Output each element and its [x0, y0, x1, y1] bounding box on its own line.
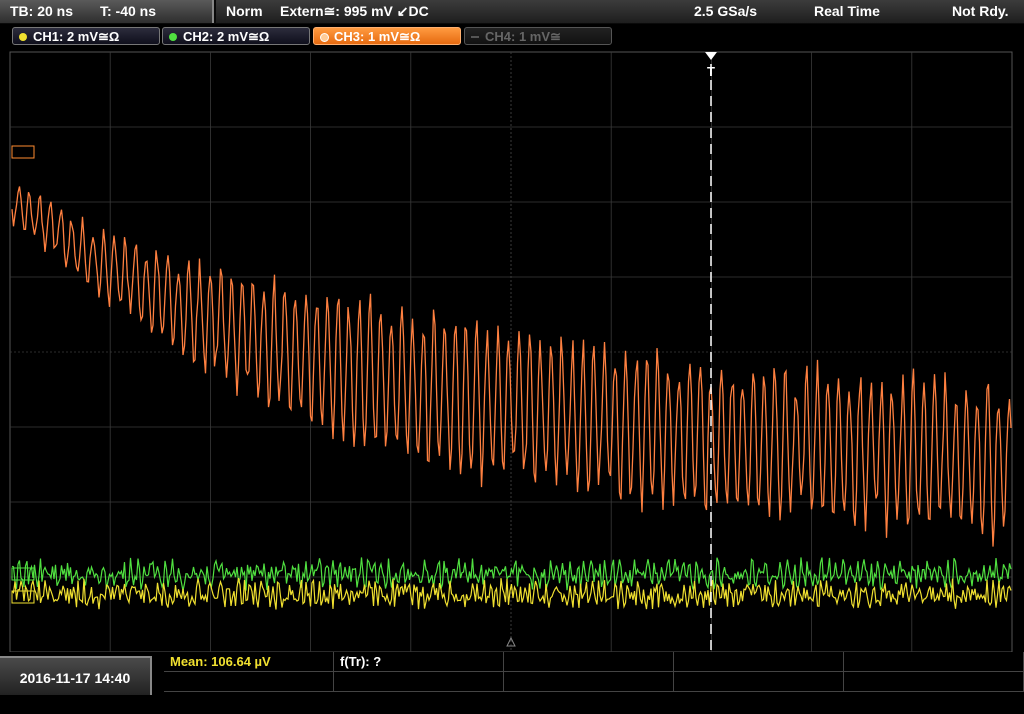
measurement-slot-5[interactable]: [844, 652, 1024, 672]
waveform-display[interactable]: T: [0, 50, 1024, 652]
channel-4-label: CH4: 1 mV≅: [485, 29, 561, 44]
measurement-slot-7[interactable]: [334, 672, 504, 692]
channel-4-indicator-icon: [471, 36, 479, 38]
channel-2-button[interactable]: CH2: 2 mV≅Ω: [162, 27, 310, 45]
trigger-mode[interactable]: Norm: [226, 0, 263, 23]
channel-4-button[interactable]: CH4: 1 mV≅: [464, 27, 612, 45]
channel-3-button[interactable]: CH3: 1 mV≅Ω: [313, 27, 461, 45]
trigger-offset-label[interactable]: T: -40 ns: [100, 0, 156, 23]
measurement-mean[interactable]: Mean: 106.64 µV: [164, 652, 334, 672]
measurement-frequency[interactable]: f(Tr): ?: [334, 652, 504, 672]
channel-1-label: CH1: 2 mV≅Ω: [33, 29, 120, 44]
channel-3-indicator-icon: [320, 33, 329, 42]
acquisition-status: Norm Extern≅: 995 mV ↙DC 2.5 GSa/s Real …: [216, 0, 1024, 23]
channel-1-indicator-icon: [19, 33, 27, 41]
date-time-label: 2016-11-17 14:40: [19, 670, 131, 686]
channel-1-button[interactable]: CH1: 2 mV≅Ω: [12, 27, 160, 45]
timebase-panel[interactable]: TB: 20 ns T: -40 ns: [0, 0, 214, 23]
timebase-label[interactable]: TB: 20 ns: [10, 0, 73, 23]
channel-bar: CH1: 2 mV≅Ω CH2: 2 mV≅Ω CH3: 1 mV≅Ω CH4:…: [0, 24, 1024, 50]
measurement-panel[interactable]: Mean: 106.64 µV f(Tr): ?: [164, 652, 1024, 695]
date-time-display: 2016-11-17 14:40: [0, 656, 152, 695]
acquisition-mode[interactable]: Real Time: [814, 0, 880, 23]
measurement-slot-10[interactable]: [844, 672, 1024, 692]
measurement-slot-4[interactable]: [674, 652, 844, 672]
run-state: Not Rdy.: [952, 3, 1009, 19]
measurement-slot-8[interactable]: [504, 672, 674, 692]
sample-rate[interactable]: 2.5 GSa/s: [694, 0, 757, 23]
trigger-source[interactable]: Extern≅: 995 mV ↙DC: [280, 0, 429, 23]
trigger-marker-label: T: [707, 64, 715, 79]
measurement-slot-6[interactable]: [164, 672, 334, 692]
channel-3-label: CH3: 1 mV≅Ω: [334, 29, 421, 44]
channel-2-label: CH2: 2 mV≅Ω: [183, 29, 270, 44]
channel-2-indicator-icon: [169, 33, 177, 41]
top-status-bar: TB: 20 ns T: -40 ns Norm Extern≅: 995 mV…: [0, 0, 1024, 24]
measurement-slot-3[interactable]: [504, 652, 674, 672]
bottom-bar: 2016-11-17 14:40 Mean: 106.64 µV f(Tr): …: [0, 652, 1024, 695]
measurement-slot-9[interactable]: [674, 672, 844, 692]
